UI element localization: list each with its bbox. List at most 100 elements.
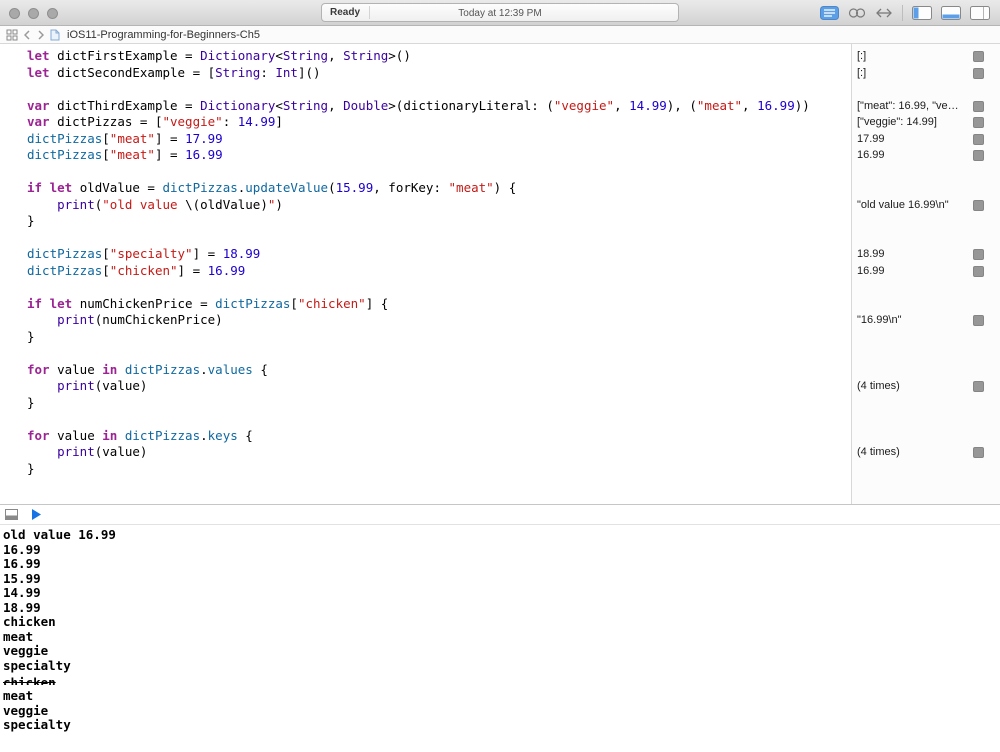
zoom-button[interactable] <box>47 8 58 19</box>
version-editor-button[interactable] <box>875 6 893 20</box>
show-result-button[interactable] <box>973 249 984 260</box>
console-output[interactable]: old value 16.9916.9916.9915.9914.9918.99… <box>0 525 1000 752</box>
code-line[interactable] <box>27 345 851 362</box>
code-token: dictPizzas <box>162 180 237 195</box>
code-token: 16.99 <box>208 263 246 278</box>
result-item: "old value 16.99\n" <box>852 197 1000 214</box>
code-line[interactable] <box>27 230 851 247</box>
code-line[interactable]: print("old value \(oldValue)") <box>27 197 851 214</box>
code-token: for <box>27 362 57 377</box>
code-token: { <box>253 362 268 377</box>
code-line[interactable]: var dictPizzas = ["veggie": 14.99] <box>27 114 851 131</box>
related-items-button[interactable] <box>6 29 18 41</box>
standard-editor-button[interactable] <box>820 6 839 20</box>
code-token: , <box>328 48 343 63</box>
code-token: let <box>27 65 57 80</box>
code-token: (value) <box>95 444 148 459</box>
code-line[interactable] <box>27 164 851 181</box>
code-line[interactable]: if let oldValue = dictPizzas.updateValue… <box>27 180 851 197</box>
code-token: 14.99 <box>629 98 667 113</box>
show-result-button[interactable] <box>973 134 984 145</box>
code-line[interactable]: } <box>27 329 851 346</box>
code-line[interactable]: var dictThirdExample = Dictionary<String… <box>27 98 851 115</box>
forward-button[interactable] <box>37 30 44 40</box>
code-token: if <box>27 296 50 311</box>
toggle-console-button[interactable] <box>5 509 18 520</box>
code-token: var <box>27 114 57 129</box>
code-line[interactable] <box>27 81 851 98</box>
code-pane[interactable]: let dictFirstExample = Dictionary<String… <box>0 44 851 504</box>
code-token: "meat" <box>697 98 742 113</box>
code-line[interactable]: dictPizzas["chicken"] = 16.99 <box>27 263 851 280</box>
close-button[interactable] <box>9 8 20 19</box>
assistant-editor-button[interactable] <box>848 6 866 20</box>
code-line[interactable]: print(value) <box>27 444 851 461</box>
run-playground-button[interactable] <box>32 509 41 520</box>
breadcrumb-filename[interactable]: iOS11-Programming-for-Beginners-Ch5 <box>67 29 260 41</box>
status-time: Today at 12:39 PM <box>322 8 678 19</box>
code-token: 16.99 <box>757 98 795 113</box>
code-token: print <box>57 444 95 459</box>
code-token: let <box>50 180 80 195</box>
code-token: ]() <box>298 65 321 80</box>
code-line[interactable]: dictPizzas["meat"] = 17.99 <box>27 131 851 148</box>
result-item: 16.99 <box>852 263 1000 280</box>
show-result-button[interactable] <box>973 150 984 161</box>
show-result-button[interactable] <box>973 381 984 392</box>
show-result-button[interactable] <box>973 447 984 458</box>
chevron-left-icon <box>24 30 31 40</box>
toggle-inspector-button[interactable] <box>970 6 990 20</box>
assistant-editor-icon <box>848 6 866 20</box>
code-line[interactable]: let dictFirstExample = Dictionary<String… <box>27 48 851 65</box>
console-line: 14.99 <box>3 586 1000 601</box>
result-item: 16.99 <box>852 147 1000 164</box>
code-line[interactable]: print(numChickenPrice) <box>27 312 851 329</box>
code-token: dictPizzas <box>125 428 200 443</box>
result-value: 16.99 <box>857 265 970 277</box>
code-token: : <box>223 114 238 129</box>
code-line[interactable] <box>27 279 851 296</box>
show-result-button[interactable] <box>973 200 984 211</box>
show-result-button[interactable] <box>973 51 984 62</box>
code-token: dictSecondExample = [ <box>57 65 215 80</box>
code-token: "meat" <box>110 131 155 146</box>
code-line[interactable]: } <box>27 395 851 412</box>
code-token: } <box>27 395 35 410</box>
code-token: values <box>208 362 253 377</box>
code-token: < <box>275 98 283 113</box>
show-result-button[interactable] <box>973 266 984 277</box>
code-token: dictThirdExample = <box>57 98 200 113</box>
toggle-debug-area-button[interactable] <box>941 6 961 20</box>
code-line[interactable]: for value in dictPizzas.keys { <box>27 428 851 445</box>
toggle-navigator-button[interactable] <box>912 6 932 20</box>
minimize-button[interactable] <box>28 8 39 19</box>
show-result-button[interactable] <box>973 101 984 112</box>
result-value: 16.99 <box>857 149 970 161</box>
code-token: "chicken" <box>298 296 366 311</box>
code-line[interactable]: if let numChickenPrice = dictPizzas["chi… <box>27 296 851 313</box>
code-line[interactable]: dictPizzas["meat"] = 16.99 <box>27 147 851 164</box>
result-item: (4 times) <box>852 444 1000 461</box>
result-value: (4 times) <box>857 380 970 392</box>
code-line[interactable]: } <box>27 461 851 478</box>
code-line[interactable]: for value in dictPizzas.values { <box>27 362 851 379</box>
code-token: [ <box>102 147 110 162</box>
code-line[interactable] <box>27 411 851 428</box>
back-button[interactable] <box>24 30 31 40</box>
code-line[interactable]: dictPizzas["specialty"] = 18.99 <box>27 246 851 263</box>
code-token: ] { <box>366 296 389 311</box>
show-result-button[interactable] <box>973 315 984 326</box>
code-token: "veggie" <box>554 98 614 113</box>
console-line: specialty <box>3 718 1000 733</box>
code-line[interactable]: print(value) <box>27 378 851 395</box>
code-token: dictPizzas <box>27 246 102 261</box>
show-result-button[interactable] <box>973 68 984 79</box>
show-result-button[interactable] <box>973 117 984 128</box>
code-token <box>27 444 57 459</box>
code-line[interactable]: } <box>27 213 851 230</box>
console-toolbar <box>0 505 1000 525</box>
code-token: if <box>27 180 50 195</box>
code-token: "specialty" <box>110 246 193 261</box>
code-token: Int <box>275 65 298 80</box>
code-line[interactable]: let dictSecondExample = [String: Int]() <box>27 65 851 82</box>
